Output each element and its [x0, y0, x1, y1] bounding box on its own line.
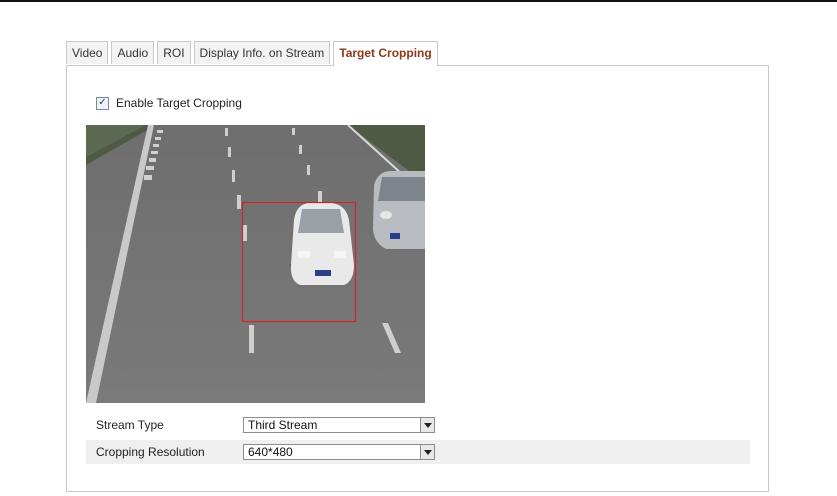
cropping-resolution-row: Cropping Resolution 640*480	[86, 440, 750, 464]
cropping-resolution-select[interactable]: 640*480	[243, 444, 435, 460]
cropping-resolution-label: Cropping Resolution	[96, 445, 205, 459]
tab-roi[interactable]: ROI	[157, 41, 191, 64]
tab-bar: Video Audio ROI Display Info. on Stream …	[66, 41, 441, 66]
video-frame	[86, 125, 425, 403]
top-divider	[0, 0, 837, 2]
road-surface	[86, 125, 425, 403]
tab-audio[interactable]: Audio	[111, 41, 155, 64]
enable-target-cropping-checkbox[interactable]: ✓	[96, 96, 109, 110]
silver-car	[373, 171, 425, 249]
tab-video[interactable]: Video	[66, 41, 109, 64]
stream-type-select[interactable]: Third Stream	[243, 417, 435, 433]
tab-target-cropping[interactable]: Target Cropping	[333, 41, 438, 66]
chevron-down-icon[interactable]	[420, 418, 434, 432]
cropping-resolution-value: 640*480	[248, 445, 293, 459]
enable-target-cropping-row: ✓ Enable Target Cropping	[96, 96, 242, 110]
tab-display-info-on-stream[interactable]: Display Info. on Stream	[193, 41, 331, 64]
white-car	[290, 203, 354, 285]
chevron-down-icon[interactable]	[420, 445, 434, 459]
video-preview[interactable]	[86, 125, 425, 403]
stream-type-value: Third Stream	[248, 418, 318, 432]
enable-target-cropping-label: Enable Target Cropping	[116, 96, 242, 110]
stream-type-label: Stream Type	[96, 418, 164, 432]
stream-type-row: Stream Type Third Stream	[86, 413, 750, 437]
